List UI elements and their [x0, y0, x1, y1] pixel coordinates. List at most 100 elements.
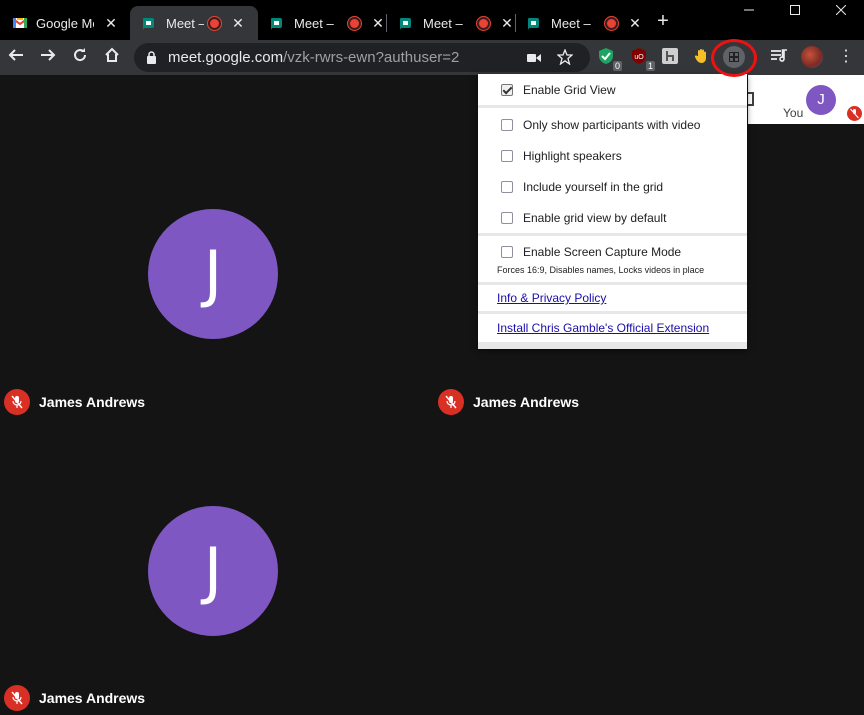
- grid-icon: [729, 52, 739, 62]
- home-icon: [105, 47, 119, 62]
- tab-meet-active[interactable]: Meet – vzk-rwrs-ewn ✕: [130, 6, 258, 40]
- grid-view-popup: Enable Grid View Only show participants …: [478, 74, 747, 349]
- popup-section: Enable Grid View: [478, 74, 747, 105]
- mic-off-icon: [847, 106, 862, 121]
- more-menu-icon[interactable]: ⋮: [838, 45, 854, 69]
- option-label: Enable Screen Capture Mode: [523, 245, 682, 259]
- dark-extension-icon[interactable]: [661, 47, 681, 67]
- chat-icon[interactable]: [748, 92, 754, 106]
- reload-icon: [74, 48, 87, 62]
- tab-meet-4[interactable]: Meet – ✕: [515, 6, 643, 40]
- recording-icon: [605, 16, 618, 30]
- popup-section: Only show participants with video Highli…: [478, 108, 747, 233]
- recording-icon: [208, 16, 221, 30]
- checkbox[interactable]: [501, 212, 513, 224]
- new-tab-button[interactable]: +: [652, 10, 674, 32]
- tab-strip: Google Meet ✕ Meet – vzk-rwrs-ewn ✕ Meet…: [0, 0, 864, 40]
- url-path: /vzk-rwrs-ewn?authuser=2: [283, 49, 460, 66]
- tab-meet-3[interactable]: Meet – ✕: [387, 6, 515, 40]
- minimize-button[interactable]: [726, 0, 772, 24]
- close-icon: [835, 4, 847, 16]
- profile-avatar[interactable]: [801, 46, 823, 68]
- url-host: meet.google.com: [168, 49, 284, 66]
- camera-in-use-icon[interactable]: [525, 49, 543, 67]
- checkbox[interactable]: [501, 84, 513, 96]
- participant-label: James Andrews: [4, 389, 145, 415]
- option-grid-default[interactable]: Enable grid view by default: [501, 210, 666, 226]
- grid-view-extension-button[interactable]: [723, 46, 745, 68]
- close-tab-icon[interactable]: ✕: [231, 15, 245, 32]
- recording-icon: [477, 16, 490, 30]
- popup-section: Info & Privacy Policy: [478, 285, 747, 311]
- meet-icon: [271, 18, 282, 30]
- option-label: Only show participants with video: [523, 118, 701, 132]
- participant-label: James Andrews: [4, 685, 145, 711]
- tab-google-meet[interactable]: Google Meet ✕: [0, 6, 128, 40]
- bookmark-star-icon[interactable]: [556, 48, 574, 67]
- participant-avatar: J: [148, 506, 278, 636]
- participant-name: James Andrews: [473, 394, 580, 410]
- option-label: Enable grid view by default: [523, 211, 667, 225]
- browser-toolbar: meet.google.com/vzk-rwrs-ewn?authuser=2 …: [0, 40, 864, 75]
- option-label: Highlight speakers: [523, 149, 622, 163]
- option-enable-grid-view[interactable]: Enable Grid View: [501, 82, 616, 98]
- self-view-tile[interactable]: You J: [748, 75, 864, 124]
- minimize-icon: [744, 9, 754, 11]
- window-close-button[interactable]: [818, 0, 864, 24]
- checkbox[interactable]: [501, 150, 513, 162]
- option-include-yourself[interactable]: Include yourself in the grid: [501, 179, 663, 195]
- extension-badge: 1: [645, 61, 655, 71]
- raise-hand-extension-icon[interactable]: [693, 47, 713, 67]
- back-button[interactable]: [5, 46, 27, 68]
- forward-button[interactable]: [37, 46, 59, 68]
- tab-title: Meet –: [423, 15, 463, 31]
- meet-icon: [400, 18, 411, 30]
- mic-off-icon: [4, 389, 30, 415]
- participant-name: James Andrews: [39, 690, 146, 706]
- meet-icon: [143, 18, 154, 30]
- tab-title: Google Meet: [36, 15, 94, 31]
- close-tab-icon[interactable]: ✕: [500, 15, 514, 32]
- shield-check-extension-icon[interactable]: 0: [597, 47, 622, 71]
- self-label: You: [783, 106, 804, 120]
- arrow-right-icon: [41, 49, 56, 61]
- participant-name: James Andrews: [39, 394, 146, 410]
- participant-avatar: J: [148, 209, 278, 339]
- close-tab-icon[interactable]: ✕: [628, 15, 642, 32]
- checkbox[interactable]: [501, 246, 513, 258]
- close-tab-icon[interactable]: ✕: [371, 15, 385, 32]
- popup-section: Enable Screen Capture Mode Forces 16:9, …: [478, 236, 747, 282]
- option-only-video[interactable]: Only show participants with video: [501, 117, 700, 133]
- close-tab-icon[interactable]: ✕: [104, 15, 118, 32]
- popup-section: Install Chris Gamble's Official Extensio…: [478, 314, 747, 342]
- participant-label: James Andrews: [438, 389, 579, 415]
- checkbox[interactable]: [501, 181, 513, 193]
- option-screen-capture[interactable]: Enable Screen Capture Mode: [501, 244, 681, 260]
- privacy-policy-link[interactable]: Info & Privacy Policy: [497, 291, 606, 305]
- url-text: meet.google.com/vzk-rwrs-ewn?authuser=2: [168, 49, 459, 66]
- svg-text:uO: uO: [634, 54, 644, 61]
- screen-capture-note: Forces 16:9, Disables names, Locks video…: [497, 265, 705, 275]
- option-label: Enable Grid View: [523, 83, 616, 97]
- mic-off-icon: [4, 685, 30, 711]
- lock-icon: [147, 51, 156, 64]
- option-highlight-speakers[interactable]: Highlight speakers: [501, 148, 622, 164]
- address-bar[interactable]: meet.google.com/vzk-rwrs-ewn?authuser=2: [134, 43, 590, 72]
- ublock-extension-icon[interactable]: uO 1: [630, 47, 655, 71]
- home-button[interactable]: [101, 46, 123, 68]
- install-extension-link[interactable]: Install Chris Gamble's Official Extensio…: [497, 321, 709, 335]
- tab-title: Meet –: [551, 15, 591, 31]
- self-avatar: J: [806, 85, 836, 115]
- google-meet-logo-icon: [12, 18, 28, 28]
- extension-badge: 0: [612, 61, 622, 71]
- mic-off-icon: [438, 389, 464, 415]
- tab-meet-2[interactable]: Meet – ✕: [258, 6, 386, 40]
- tab-title: Meet –: [294, 15, 334, 31]
- meet-icon: [528, 18, 539, 30]
- tab-title: Meet – vzk-rwrs-ewn: [166, 15, 204, 31]
- reload-button[interactable]: [69, 46, 91, 68]
- media-control-icon[interactable]: [770, 47, 790, 67]
- checkbox[interactable]: [501, 119, 513, 131]
- maximize-button[interactable]: [772, 0, 818, 24]
- option-label: Include yourself in the grid: [523, 180, 664, 194]
